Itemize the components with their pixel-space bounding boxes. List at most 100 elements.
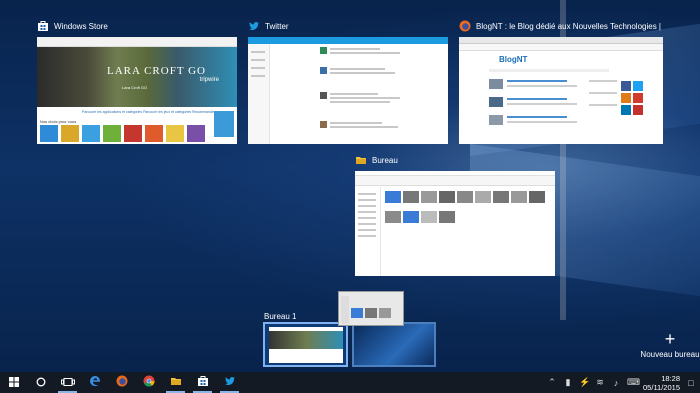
file-item bbox=[421, 191, 437, 203]
store-icon bbox=[197, 374, 209, 392]
nav-line bbox=[358, 211, 376, 213]
dragged-window-thumbnail[interactable] bbox=[338, 291, 404, 326]
file-explorer-button[interactable] bbox=[162, 372, 189, 393]
facebook-icon bbox=[621, 81, 631, 91]
window-thumbnail-store[interactable]: Windows Store LARA CROFT GO Lara Croft G… bbox=[37, 18, 237, 144]
file-item bbox=[493, 191, 509, 203]
window-thumbnail-explorer[interactable]: Bureau bbox=[355, 152, 555, 276]
firefox-icon bbox=[459, 20, 471, 32]
battery-icon[interactable]: ▮ bbox=[563, 377, 573, 388]
clock-time: 18:28 bbox=[661, 373, 680, 383]
store-links: Parcourir les applications et catégories… bbox=[82, 110, 216, 114]
keyboard-icon[interactable]: ⌨ bbox=[627, 377, 640, 388]
tweet-avatar bbox=[320, 92, 327, 99]
power-plug-icon[interactable]: ⚡ bbox=[579, 377, 590, 388]
twitter-icon bbox=[248, 20, 260, 32]
chrome-icon bbox=[143, 374, 155, 392]
tweet-line bbox=[330, 97, 400, 99]
clock-date: 05/11/2015 bbox=[643, 382, 680, 392]
edge-button[interactable] bbox=[81, 372, 108, 393]
sidebar-line bbox=[589, 104, 617, 106]
cortana-search-button[interactable] bbox=[27, 372, 54, 393]
nav-line bbox=[358, 229, 376, 231]
thumbnail-title: Windows Store bbox=[54, 21, 108, 31]
twitter-icon bbox=[224, 374, 236, 392]
twitter-preview bbox=[248, 37, 448, 144]
article-line bbox=[507, 85, 577, 87]
mini-nav bbox=[341, 296, 349, 324]
firefox-icon bbox=[116, 374, 128, 392]
store-side-tile bbox=[214, 111, 234, 137]
linkedin-icon bbox=[621, 105, 631, 115]
chrome-button[interactable] bbox=[135, 372, 162, 393]
article-image bbox=[489, 97, 503, 107]
mini-file bbox=[351, 308, 363, 318]
firefox-button[interactable] bbox=[108, 372, 135, 393]
mini-hero bbox=[269, 331, 343, 349]
store-hero-banner: LARA CROFT GO Lara Croft GO tripwire bbox=[37, 47, 237, 107]
thumbnail-title: Bureau bbox=[372, 155, 398, 165]
sidebar-line bbox=[251, 59, 265, 61]
blog-preview: BlogNT bbox=[459, 37, 663, 144]
app-tile bbox=[82, 125, 100, 142]
window-thumbnail-twitter[interactable]: Twitter bbox=[248, 18, 448, 144]
clock[interactable]: 18:28 05/11/2015 bbox=[643, 374, 680, 392]
sidebar-line bbox=[589, 92, 617, 94]
start-button[interactable] bbox=[0, 372, 27, 393]
article-line bbox=[507, 98, 567, 100]
sidebar-line bbox=[589, 80, 617, 82]
mini-window bbox=[269, 327, 343, 363]
file-item bbox=[511, 191, 527, 203]
thumbnail-title: Twitter bbox=[265, 21, 289, 31]
tweet-avatar bbox=[320, 47, 327, 54]
file-item bbox=[457, 191, 473, 203]
folder-icon bbox=[170, 374, 182, 392]
wifi-icon[interactable]: ≋ bbox=[595, 377, 605, 388]
tweet-line bbox=[330, 68, 385, 70]
tweet-avatar bbox=[320, 121, 327, 128]
tweet-line bbox=[330, 72, 395, 74]
store-section-title: Nos choix pour vous bbox=[40, 119, 77, 124]
browser-tabs bbox=[459, 37, 663, 44]
volume-icon[interactable]: ♪ bbox=[611, 378, 621, 388]
thumbnail-header: Windows Store bbox=[37, 18, 108, 34]
nav-line bbox=[358, 193, 376, 195]
hero-subtitle: Lara Croft GO bbox=[122, 85, 148, 90]
new-desktop-button[interactable]: + Nouveau bureau bbox=[640, 330, 700, 359]
article-line bbox=[507, 121, 577, 123]
tweet-line bbox=[330, 101, 390, 103]
tweet-avatar bbox=[320, 67, 327, 74]
virtual-desktop-1[interactable] bbox=[263, 322, 348, 367]
store-app-tiles bbox=[40, 125, 205, 142]
task-view-button[interactable] bbox=[54, 372, 81, 393]
virtual-desktop-2[interactable] bbox=[352, 322, 436, 367]
app-tile bbox=[145, 125, 163, 142]
tweet-line bbox=[330, 93, 378, 95]
hero-right-text: tripwire bbox=[199, 77, 219, 83]
twitter-button[interactable] bbox=[216, 372, 243, 393]
store-toolbar bbox=[37, 37, 237, 47]
explorer-preview bbox=[355, 171, 555, 276]
blog-logo: BlogNT bbox=[499, 55, 528, 64]
twitter-icon bbox=[633, 81, 643, 91]
tweet-line bbox=[330, 126, 398, 128]
sidebar-line bbox=[251, 75, 265, 77]
notifications-icon[interactable]: □ bbox=[686, 378, 696, 388]
file-item bbox=[439, 211, 455, 223]
file-item bbox=[385, 211, 401, 223]
task-view-icon bbox=[60, 374, 75, 392]
tweet-line bbox=[330, 48, 380, 50]
file-item bbox=[529, 191, 545, 203]
chevron-up-icon[interactable]: ⌃ bbox=[547, 377, 557, 388]
file-item bbox=[475, 191, 491, 203]
googleplus-icon bbox=[633, 93, 643, 103]
thumbnail-title: BlogNT : le Blog dédié aux Nouvelles Tec… bbox=[476, 21, 663, 31]
window-thumbnail-blognt[interactable]: BlogNT : le Blog dédié aux Nouvelles Tec… bbox=[459, 18, 663, 144]
article-image bbox=[489, 115, 503, 125]
browser-urlbar bbox=[459, 44, 663, 51]
store-button[interactable] bbox=[189, 372, 216, 393]
system-tray: ⌃ ▮ ⚡ ≋ ♪ ⌨ 18:28 05/11/2015 □ bbox=[547, 372, 696, 393]
hero-title: LARA CROFT GO bbox=[107, 65, 206, 77]
desktop-label: Bureau 1 bbox=[264, 312, 297, 321]
app-tile bbox=[40, 125, 58, 142]
